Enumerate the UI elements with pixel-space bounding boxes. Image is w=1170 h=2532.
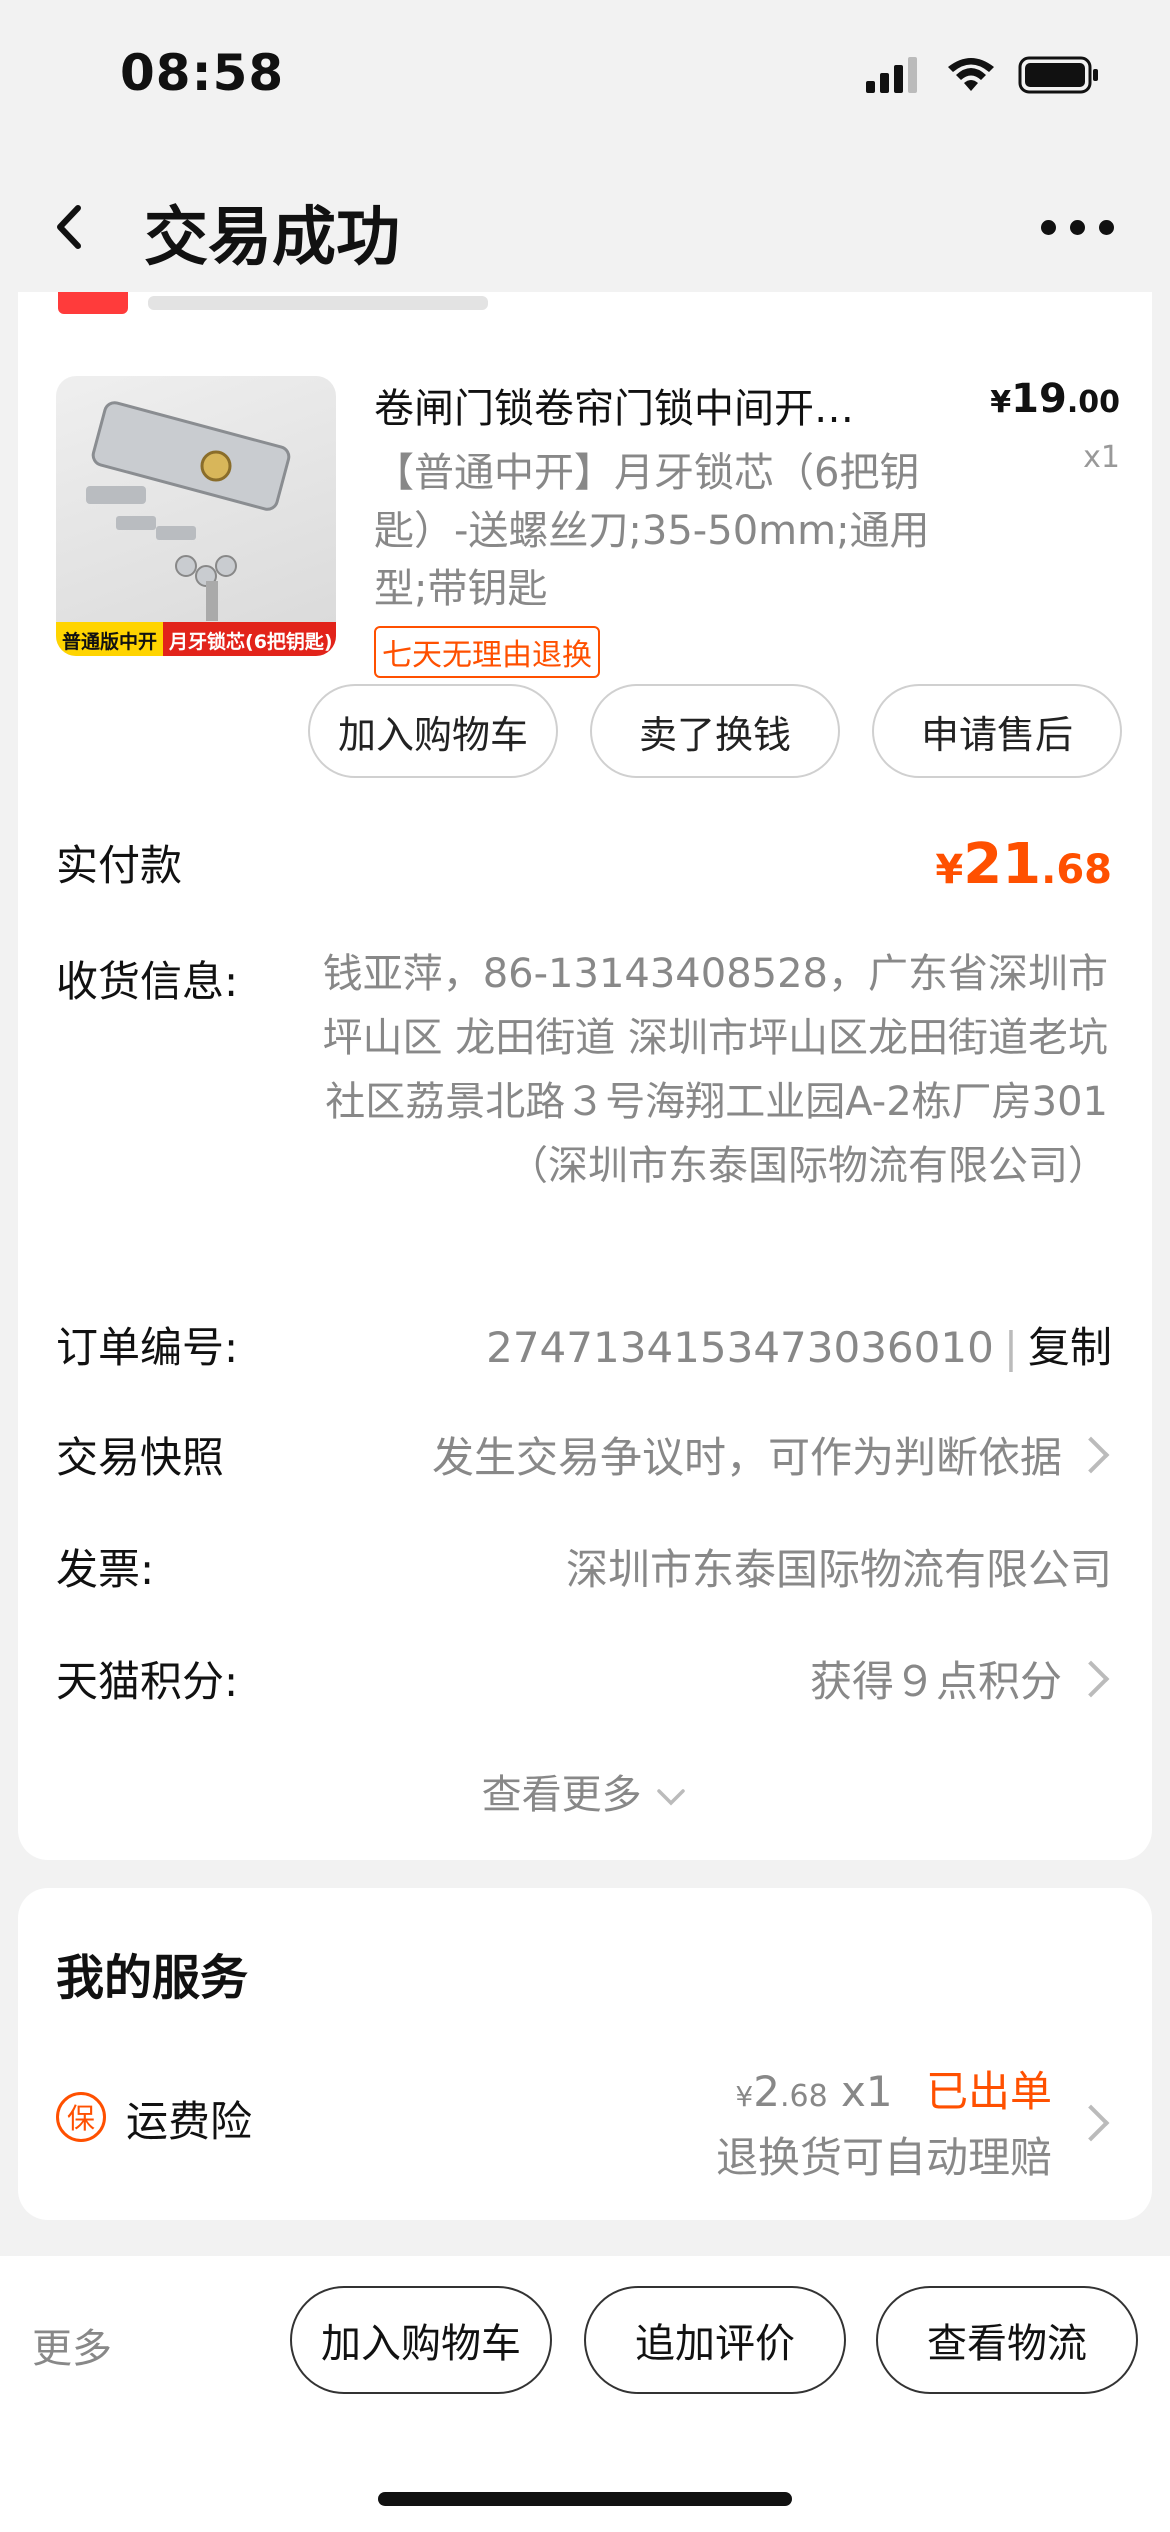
service-price-dec: .68 [779,2079,828,2114]
price-int: 19 [1011,376,1067,422]
invoice-label: 发票: [56,1545,155,1594]
product-price: ¥19.00 [990,376,1120,422]
paid-int: 21 [963,832,1042,897]
nav-bar: 交易成功 [0,150,1170,310]
image-tag-right: 月牙锁芯(6把钥匙) [163,622,336,656]
product-title[interactable]: 卷闸门锁卷帘门锁中间开… [374,376,934,434]
home-indicator[interactable] [378,2492,792,2506]
address-value: 钱亚萍，86-13143408528，广东省深圳市 坪山区 龙田街道 深圳市坪山… [322,951,1108,1189]
more-button[interactable]: 更多 [32,2316,112,2374]
battery-icon [1018,56,1098,94]
wifi-icon [948,58,994,91]
store-badge-clipped [58,292,128,314]
order-card: 普通版中开 月牙锁芯(6把钥匙) 卷闸门锁卷帘门锁中间开… ¥19.00 x1 … [18,292,1152,1860]
points-chevron-right-icon[interactable] [1072,1660,1110,1698]
chevron-down-icon [657,1789,686,1806]
invoice-value: 深圳市东泰国际物流有限公司 [565,1545,1112,1594]
see-more-button[interactable]: 查看更多 [18,1762,1152,1820]
after-sale-button[interactable]: 申请售后 [872,684,1122,778]
add-review-button[interactable]: 追加评价 [584,2286,846,2394]
price-dec: .00 [1066,385,1120,420]
service-price-int: 2 [753,2067,780,2116]
paid-symbol: ¥ [935,847,964,893]
image-tag-left: 普通版中开 [56,622,164,656]
snapshot-chevron-right-icon[interactable] [1072,1436,1110,1474]
service-desc: 退换货可自动理赔 [715,2133,1052,2182]
lock-product-illustration [86,401,291,621]
product-qty: x1 [1083,440,1120,475]
service-price-row: ¥2.68 x1 已出单 [735,2058,1052,2119]
bottom-action-bar: 更多 加入购物车 追加评价 查看物流 [0,2256,1170,2532]
cellular-signal-icon [866,57,917,93]
return-policy-tag: 七天无理由退换 [374,626,600,678]
service-card: 我的服务 保 运费险 ¥2.68 x1 已出单 退换货可自动理赔 [18,1888,1152,2220]
page-title: 交易成功 [144,201,400,275]
view-logistics-button[interactable]: 查看物流 [876,2286,1138,2394]
points-label: 天猫积分: [56,1657,239,1706]
price-symbol: ¥ [990,385,1012,420]
insurance-icon: 保 [56,2092,106,2142]
snapshot-value[interactable]: 发生交易争议时，可作为判断依据 [432,1424,1062,1485]
order-number: 2747134153473036010 [486,1323,994,1372]
image-tag: 普通版中开 月牙锁芯(6把钥匙) [56,622,336,656]
product-image[interactable]: 普通版中开 月牙锁芯(6把钥匙) [56,376,336,656]
bottom-add-to-cart-button[interactable]: 加入购物车 [290,2286,552,2394]
service-price-symbol: ¥ [735,2080,754,2113]
address-label: 收货信息: [56,957,239,1006]
paid-label: 实付款 [56,841,183,890]
service-status: 已出单 [925,2067,1052,2116]
paid-dec: .68 [1041,847,1112,893]
status-icons [866,56,1100,94]
store-name-clipped [148,296,488,310]
add-to-cart-button[interactable]: 加入购物车 [308,684,558,778]
status-bar: 08:58 [0,0,1170,150]
service-qty: x1 [841,2067,893,2116]
order-no-label: 订单编号: [56,1323,239,1372]
service-name[interactable]: 运费险 [126,2088,252,2149]
see-more-label: 查看更多 [481,1772,642,1818]
service-title: 我的服务 [56,1950,249,2006]
order-no-separator: | [1003,1323,1018,1372]
snapshot-label: 交易快照 [56,1433,225,1482]
more-options-icon[interactable] [1041,220,1114,235]
copy-button[interactable]: 复制 [1028,1323,1112,1372]
points-value[interactable]: 获得９点积分 [810,1648,1062,1709]
product-spec: 【普通中开】月牙锁芯（6把钥匙）-送螺丝刀;35-50mm;通用型;带钥匙 [374,450,930,612]
status-time: 08:58 [120,44,285,102]
paid-amount: ¥21.68 [935,832,1112,897]
service-chevron-right-icon[interactable] [1072,2104,1110,2142]
resell-button[interactable]: 卖了换钱 [590,684,840,778]
order-no-row: 2747134153473036010 | 复制 [486,1314,1112,1375]
back-arrow-icon[interactable] [48,192,98,262]
